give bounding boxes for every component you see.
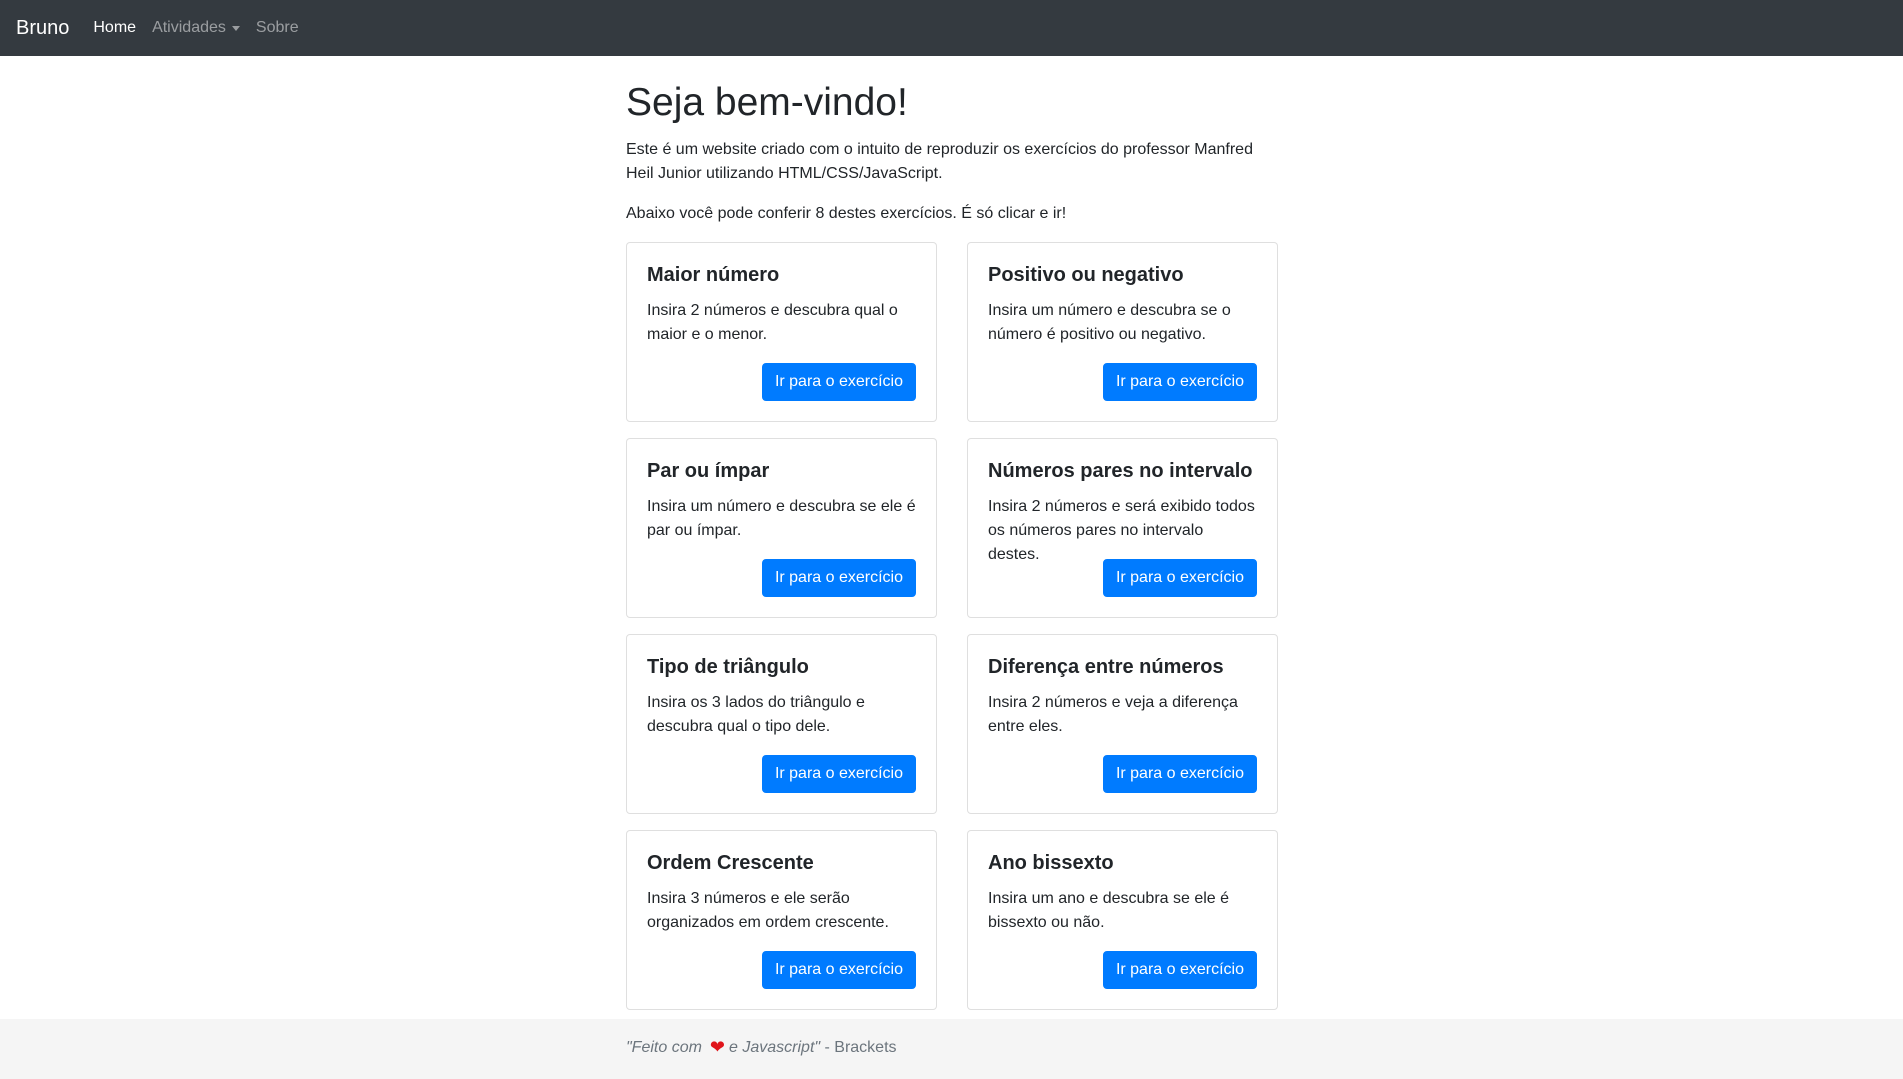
- go-to-exercise-button[interactable]: Ir para o exercício: [761, 362, 916, 401]
- card-text: Insira um ano e descubra se ele é bissex…: [988, 889, 1230, 931]
- footer: "Feito com ❤ e Javascript" - Brackets: [0, 1019, 1903, 1079]
- exercise-card-grid: Maior número Insira 2 números e descubra…: [626, 241, 1278, 1010]
- card-ordem-crescente: Ordem Crescente Insira 3 números e ele s…: [626, 829, 937, 1010]
- card-title: Positivo ou negativo: [988, 263, 1184, 286]
- footer-credit: - Brackets: [820, 1038, 897, 1056]
- go-to-exercise-button[interactable]: Ir para o exercício: [761, 754, 916, 793]
- card-numeros-pares: Números pares no intervalo Insira 2 núme…: [967, 437, 1278, 618]
- nav-item-home[interactable]: Home: [93, 19, 136, 37]
- card-title: Tipo de triângulo: [647, 655, 809, 678]
- card-text: Insira 2 números e descubra qual o maior…: [647, 301, 898, 343]
- card-text: Insira 3 números e ele serão organizados…: [647, 889, 889, 931]
- card-tipo-triangulo: Tipo de triângulo Insira os 3 lados do t…: [626, 633, 937, 814]
- navbar-brand[interactable]: Bruno: [16, 17, 69, 40]
- card-title: Par ou ímpar: [647, 459, 770, 482]
- go-to-exercise-button[interactable]: Ir para o exercício: [1102, 558, 1257, 597]
- card-positivo-negativo: Positivo ou negativo Insira um número e …: [967, 241, 1278, 422]
- card-par-impar: Par ou ímpar Insira um número e descubra…: [626, 437, 937, 618]
- footer-quote-end: e Javascript": [729, 1038, 821, 1056]
- card-text: Insira um número e descubra se o número …: [988, 301, 1231, 343]
- card-title: Ordem Crescente: [647, 851, 814, 874]
- card-title: Números pares no intervalo: [988, 459, 1253, 482]
- nav-item-home-label: Home: [93, 19, 137, 36]
- heart-icon: ❤: [709, 1037, 726, 1057]
- nav-item-sobre-label: Sobre: [255, 19, 299, 36]
- main-container: Seja bem-vindo! Este é um website criado…: [626, 56, 1278, 1010]
- intro-text: Este é um website criado com o intuito d…: [626, 140, 1253, 182]
- card-title: Ano bissexto: [988, 851, 1114, 874]
- nav-item-atividades-label: Atividades: [152, 19, 226, 36]
- go-to-exercise-button[interactable]: Ir para o exercício: [761, 558, 916, 597]
- go-to-exercise-button[interactable]: Ir para o exercício: [1102, 950, 1257, 989]
- caret-down-icon: [231, 25, 240, 31]
- go-to-exercise-button[interactable]: Ir para o exercício: [1102, 754, 1257, 793]
- card-text: Insira um número e descubra se ele é par…: [647, 497, 916, 539]
- nav-item-atividades-dropdown[interactable]: Atividades: [152, 19, 240, 37]
- card-maior-numero: Maior número Insira 2 números e descubra…: [626, 241, 937, 422]
- footer-quote-start: "Feito com: [626, 1038, 702, 1056]
- navbar: Bruno Home Atividades Sobre: [0, 0, 1903, 56]
- card-text: Insira os 3 lados do triângulo e descubr…: [647, 693, 865, 735]
- subintro-text: Abaixo você pode conferir 8 destes exerc…: [626, 204, 1067, 222]
- card-ano-bissexto: Ano bissexto Insira um ano e descubra se…: [967, 829, 1278, 1010]
- nav-item-sobre[interactable]: Sobre: [256, 19, 299, 37]
- footer-text: "Feito com ❤ e Javascript" - Brackets: [626, 1037, 897, 1058]
- card-title: Maior número: [647, 263, 780, 286]
- card-text: Insira 2 números e veja a diferença entr…: [988, 693, 1238, 735]
- card-text: Insira 2 números e será exibido todos os…: [988, 497, 1255, 563]
- card-diferenca-numeros: Diferença entre números Insira 2 números…: [967, 633, 1278, 814]
- go-to-exercise-button[interactable]: Ir para o exercício: [761, 950, 916, 989]
- go-to-exercise-button[interactable]: Ir para o exercício: [1102, 362, 1257, 401]
- page-title: Seja bem-vindo!: [626, 81, 908, 124]
- card-title: Diferença entre números: [988, 655, 1224, 678]
